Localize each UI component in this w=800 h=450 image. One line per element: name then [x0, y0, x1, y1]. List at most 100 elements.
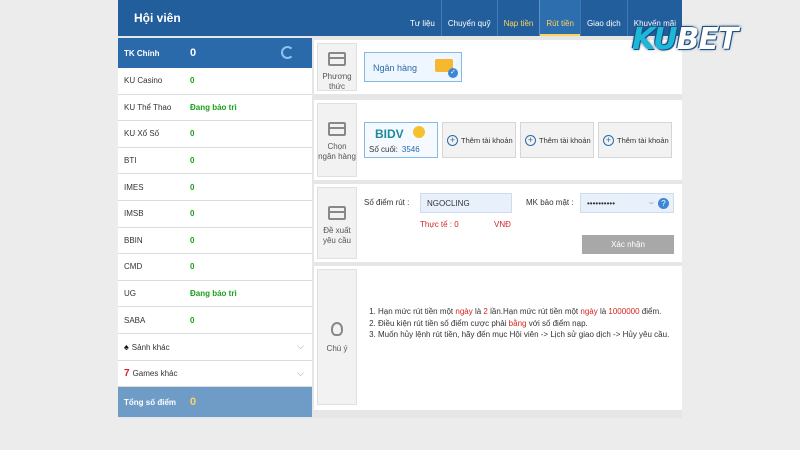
add-account-label: Thêm tài khoản	[539, 135, 591, 145]
bank-logo-icon	[413, 126, 425, 138]
logo-part1: KU	[632, 22, 678, 57]
wallet-label: BBIN	[124, 235, 143, 245]
wallet-row: IMES 0	[118, 174, 312, 201]
wallet-label: IMSB	[124, 209, 144, 219]
other-lobby-dropdown[interactable]: ♠ Sảnh khác ⌵	[118, 334, 312, 361]
spade-icon: ♠	[124, 341, 129, 352]
method-tile-label: Phương thức	[322, 72, 352, 91]
amount-label: Số điểm rút :	[364, 198, 410, 207]
help-icon[interactable]: ?	[658, 198, 669, 209]
amount-input[interactable]: NGOCLING	[420, 193, 512, 213]
wallet-row: KU Casino 0	[118, 68, 312, 95]
bank-card-icon	[328, 122, 346, 136]
bank-account-card[interactable]: BIDV Số cuối: 3546	[364, 122, 438, 158]
bank-select-panel: Chọn ngân hàng BIDV Số cuối: 3546 + Thêm t…	[314, 100, 682, 180]
wallet-value: 0	[190, 156, 195, 166]
eye-hidden-icon[interactable]: ⌣	[649, 198, 654, 208]
wallet-row: UG Đang bảo trì	[118, 281, 312, 308]
wallet-row: BTI 0	[118, 148, 312, 175]
nav-transfer[interactable]: Chuyển quỹ	[440, 0, 497, 36]
nav-withdraw[interactable]: Rút tiền	[539, 0, 580, 36]
note-highlight: ngày	[455, 307, 473, 316]
add-account-label: Thêm tài khoản	[461, 135, 513, 145]
plus-icon: +	[603, 134, 614, 146]
security-password-value: ••••••••••	[587, 199, 616, 208]
wallet-value: 0	[190, 315, 195, 325]
wallet-label: KU Xổ Số	[124, 129, 160, 139]
plus-icon: +	[447, 134, 458, 146]
nav-profile[interactable]: Tư liệu	[404, 0, 441, 36]
refresh-icon[interactable]	[281, 46, 294, 59]
notes-panel: Chú ý Hạn mức rút tiền một ngày là 2 lần…	[314, 266, 682, 410]
note-item: Hạn mức rút tiền một ngày là 2 lần.Hạn m…	[378, 306, 674, 318]
note-text: điểm.	[639, 307, 662, 316]
add-account-button[interactable]: + Thêm tài khoản	[598, 122, 672, 158]
notes-tile: Chú ý	[317, 269, 357, 405]
wallet-value: 0	[190, 129, 195, 139]
security-label: MK bảo mật :	[526, 198, 574, 207]
note-highlight: ngày	[580, 307, 598, 316]
currency-label: VNĐ	[494, 220, 511, 229]
wallet-label: CMD	[124, 262, 143, 272]
last-digits: Số cuối: 3546	[369, 145, 420, 154]
header-bar: Hội viên Tư liệu Chuyển quỹ Nạp tiền Rút…	[118, 0, 682, 36]
wallet-row: IMSB 0	[118, 201, 312, 228]
note-item: Điều kiện rút tiền số điểm cược phải bằn…	[378, 318, 674, 330]
chevron-down-icon: ⌵	[297, 367, 304, 378]
wallet-row: BBIN 0	[118, 228, 312, 255]
wallet-row: CMD 0	[118, 254, 312, 281]
other-games-label: Games khác	[132, 368, 178, 378]
kubet-logo: KUBET	[632, 22, 739, 57]
other-lobby-label: Sảnh khác	[131, 342, 170, 352]
check-icon: ✓	[448, 68, 458, 78]
wallet-label: KU Thể Thao	[124, 102, 172, 112]
wallet-label: KU Casino	[124, 76, 163, 86]
wallet-row: KU Xổ Số 0	[118, 121, 312, 148]
main-account-row: TK Chính 0	[118, 38, 312, 68]
wallet-row: KU Thể Thao Đang bảo trì	[118, 95, 312, 122]
wallet-value: 0	[190, 209, 195, 219]
note-text: lần.Hạn mức rút tiền một	[487, 307, 581, 316]
security-password-input[interactable]: •••••••••• ⌣ ?	[580, 193, 674, 213]
main-account-label: TK Chính	[124, 48, 160, 58]
add-account-button[interactable]: + Thêm tài khoản	[442, 122, 516, 158]
main-account-value: 0	[190, 47, 197, 59]
edit-form-icon	[328, 206, 346, 220]
last-digits-label: Số cuối:	[369, 145, 398, 154]
wallet-value: 0	[190, 76, 195, 86]
wallet-label: BTI	[124, 156, 137, 166]
balance-sidebar: TK Chính 0 KU Casino 0 KU Thể Thao Đang bả…	[118, 38, 312, 418]
lightbulb-icon	[331, 322, 343, 336]
last-digits-value: 3546	[401, 145, 420, 154]
other-games-dropdown[interactable]: 7 Games khác ⌵	[118, 361, 312, 388]
request-tile: Đề xuất yêu cầu	[317, 187, 357, 259]
note-highlight: 1000000	[608, 307, 640, 316]
wallet-value: 0	[190, 182, 195, 192]
plus-icon: +	[525, 134, 536, 146]
note-highlight: bằng	[508, 318, 527, 328]
confirm-button[interactable]: Xác nhận	[582, 235, 674, 254]
wallet-card-icon	[328, 52, 346, 66]
nav-deposit[interactable]: Nạp tiền	[496, 0, 540, 36]
nav-transactions[interactable]: Giao dịch	[579, 0, 627, 36]
member-app: Hội viên Tư liệu Chuyển quỹ Nạp tiền Rút…	[118, 0, 682, 418]
note-text: Điều kiện rút tiền số điểm cược phải	[378, 318, 509, 328]
notes-tile-label: Chú ý	[326, 344, 348, 353]
bank-select-tile-label: Chọn ngân hàng	[318, 142, 356, 161]
bank-method-option[interactable]: Ngân hàng ✓	[364, 52, 462, 82]
wallet-row: SABA 0	[118, 307, 312, 334]
withdraw-request-panel: Đề xuất yêu cầu Số điểm rút : NGOCLING M…	[314, 184, 682, 262]
page-title: Hội viên	[134, 11, 181, 25]
method-panel: Phương thức Ngân hàng ✓	[314, 40, 682, 94]
wallet-label: UG	[124, 289, 136, 299]
wallet-label: IMES	[124, 182, 144, 192]
wallet-label: SABA	[124, 315, 146, 325]
total-points-row: Tổng số điểm 0	[118, 387, 312, 418]
seven-icon: 7	[124, 367, 130, 379]
method-tile: Phương thức	[317, 43, 357, 91]
wallet-value: 0	[190, 262, 195, 272]
logo-part2: BET	[676, 22, 739, 57]
wallet-value: 0	[190, 235, 195, 245]
note-item: Muốn hủy lệnh rút tiền, hãy đến mục Hội …	[378, 329, 674, 341]
add-account-button[interactable]: + Thêm tài khoản	[520, 122, 594, 158]
